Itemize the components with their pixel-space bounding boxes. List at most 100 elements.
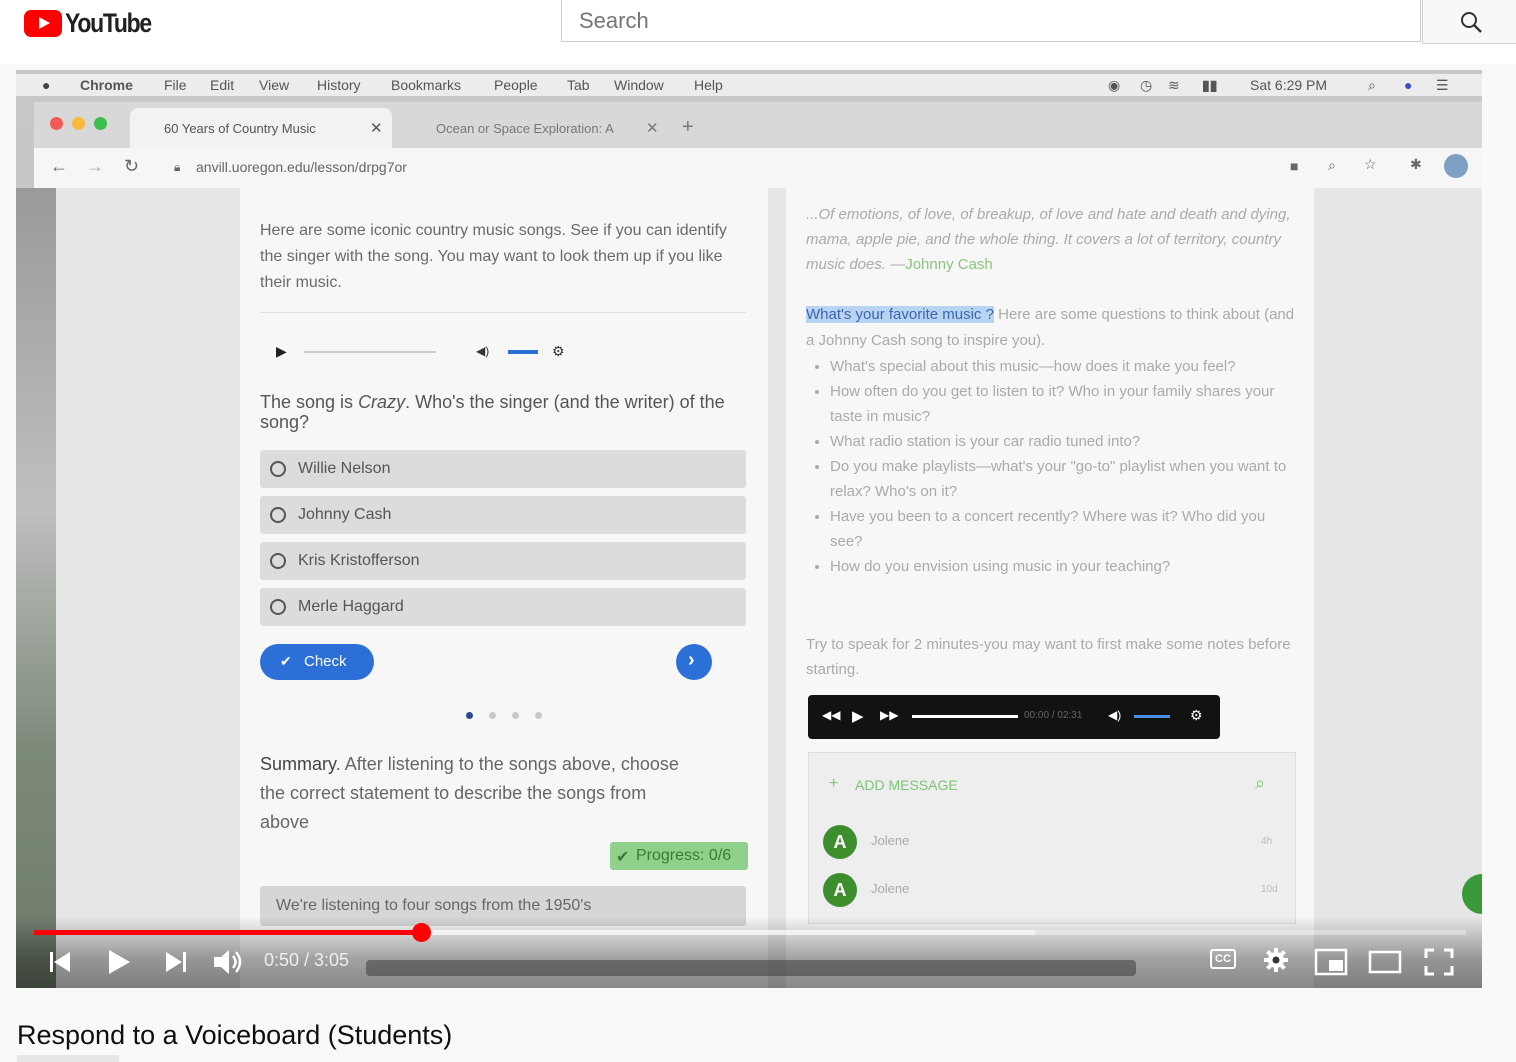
profile-avatar: [1444, 154, 1468, 178]
volume-icon[interactable]: [212, 946, 244, 978]
next-icon[interactable]: [162, 946, 188, 978]
search-input[interactable]: [562, 0, 1401, 42]
fullscreen-icon[interactable]: [1424, 946, 1454, 978]
recorder-settings-icon[interactable]: ⚙: [1190, 707, 1203, 724]
time-display: 0:50 / 3:05: [264, 950, 350, 970]
theater-mode-icon[interactable]: [1368, 946, 1402, 978]
chat-bubble-icon: [1462, 874, 1482, 914]
youtube-logo[interactable]: YouTube: [24, 8, 166, 38]
menu-chrome: Chrome: [80, 77, 133, 93]
forward-icon: →: [86, 156, 104, 176]
list-item: What radio station is your car radio tun…: [830, 429, 1296, 454]
menu-people: People: [494, 77, 538, 93]
miniplayer-icon[interactable]: [1314, 946, 1348, 978]
page-dot[interactable]: [489, 712, 496, 719]
play-icon[interactable]: ▶: [852, 707, 864, 725]
menu-view: View: [259, 77, 290, 93]
next-button[interactable]: ›: [676, 644, 712, 680]
page-dot[interactable]: [466, 712, 473, 719]
search-messages-icon[interactable]: ⌕: [1255, 773, 1265, 794]
add-icon[interactable]: +: [829, 775, 838, 793]
option-label: Johnny Cash: [298, 506, 392, 523]
record-icon: ◉: [1108, 77, 1121, 93]
radio-icon: [270, 553, 286, 569]
lock-icon: 🔒︎: [174, 160, 181, 174]
new-tab-icon: +: [682, 116, 694, 138]
settings-icon[interactable]: [1261, 944, 1291, 976]
fast-forward-icon[interactable]: ▶▶: [880, 708, 898, 722]
page-dot[interactable]: [512, 712, 519, 719]
previous-icon[interactable]: [48, 946, 74, 978]
tab-title: Ocean or Space Exploration: A: [436, 121, 614, 136]
rewind-icon[interactable]: ◀◀: [822, 708, 840, 722]
video-frame: ● Chrome File Edit View History Bookmark…: [16, 70, 1482, 988]
menu-help: Help: [694, 77, 723, 93]
question-text: The song is Crazy. Who's the singer (and…: [260, 392, 746, 432]
check-label: Check: [304, 653, 347, 670]
siri-icon: ●: [1404, 77, 1413, 93]
check-button[interactable]: ✔ Check: [260, 644, 374, 680]
menu-edit: Edit: [210, 77, 235, 93]
add-message-button[interactable]: ADD MESSAGE: [855, 777, 958, 793]
message-time: 10d: [1261, 884, 1278, 895]
mac-dock: [366, 960, 1136, 976]
divider: [260, 312, 746, 313]
quiz-panel: Here are some iconic country music songs…: [240, 188, 768, 988]
maximize-window-dot: [94, 117, 107, 130]
progress-scrubber[interactable]: [412, 923, 432, 942]
page-dot[interactable]: [535, 712, 542, 719]
avatar: A: [823, 825, 857, 859]
search-box: [561, 0, 1421, 42]
recorder-track[interactable]: [912, 715, 1018, 718]
battery-icon: ▮▮: [1202, 77, 1218, 93]
list-item: Have you been to a concert recently? Whe…: [830, 504, 1296, 554]
tab-close-icon: ✕: [646, 120, 659, 137]
recorder-volume-level[interactable]: [1134, 715, 1170, 718]
video-player[interactable]: ● Chrome File Edit View History Bookmark…: [16, 70, 1482, 988]
video-title: Respond to a Voiceboard (Students): [17, 1020, 453, 1050]
answer-preview-text: We're listening to four songs from the 1…: [276, 897, 592, 914]
masthead: YouTube: [0, 0, 1516, 64]
recorder-time: 00:00 / 02:31: [1024, 710, 1083, 721]
unlisted-badge: [17, 1055, 119, 1062]
search-button[interactable]: [1422, 0, 1516, 44]
progress-badge: ✔ Progress: 0/6: [610, 842, 748, 870]
zoom-icon: ⌕: [1328, 157, 1336, 173]
browser-tab-active: 60 Years of Country Music ✕: [130, 108, 392, 148]
minimize-window-dot: [72, 117, 85, 130]
logo-text: YouTube: [65, 7, 152, 38]
back-icon: ←: [50, 156, 68, 176]
audio-play-icon: ▶: [276, 343, 287, 359]
url-text: anvill.uoregon.edu/lesson/drpg7or: [196, 159, 407, 175]
browser-address-bar: ← → ↻ 🔒︎ anvill.uoregon.edu/lesson/drpg7…: [34, 148, 1482, 189]
play-button-icon[interactable]: [104, 946, 134, 978]
summary-text: Summary. After listening to the songs ab…: [260, 750, 680, 837]
audio-recorder: ◀◀ ▶ ▶▶ 00:00 / 02:31 ◀) ⚙: [808, 695, 1220, 739]
answer-option[interactable]: Kris Kristofferson: [260, 542, 746, 580]
prompt-highlight: What's your favorite music ?: [806, 306, 994, 323]
answer-option[interactable]: Willie Nelson: [260, 450, 746, 488]
list-item: Do you make playlists—what's your "go-to…: [830, 454, 1296, 504]
message-author: Jolene: [871, 881, 910, 896]
recorder-volume-icon[interactable]: ◀): [1108, 708, 1121, 722]
question-song: Crazy: [358, 392, 406, 412]
message-board: + ADD MESSAGE ⌕ A Jolene 4h A Jolene 10d: [808, 752, 1296, 924]
radio-icon: [270, 461, 286, 477]
option-label: Willie Nelson: [298, 460, 391, 477]
answer-option[interactable]: Merle Haggard: [260, 588, 746, 626]
star-icon: ☆: [1364, 156, 1377, 172]
menu-window: Window: [614, 77, 664, 93]
mac-menu-bar: ● Chrome File Edit View History Bookmark…: [16, 74, 1482, 96]
message-author: Jolene: [871, 833, 910, 848]
progress-text: Progress: 0/6: [636, 847, 732, 864]
browser-tab-inactive: Ocean or Space Exploration: A ✕ +: [406, 108, 694, 148]
list-item: What's special about this music—how does…: [830, 354, 1296, 379]
captions-button[interactable]: CC: [1210, 949, 1236, 969]
list-item: How often do you get to listen to it? Wh…: [830, 379, 1296, 429]
close-window-dot: [50, 117, 63, 130]
browser-tab-strip: 60 Years of Country Music ✕ Ocean or Spa…: [34, 102, 1482, 148]
answer-option[interactable]: Johnny Cash: [260, 496, 746, 534]
option-label: Kris Kristofferson: [298, 552, 420, 569]
quiz-intro: Here are some iconic country music songs…: [260, 222, 727, 291]
menu-list-icon: ☰: [1436, 77, 1449, 93]
